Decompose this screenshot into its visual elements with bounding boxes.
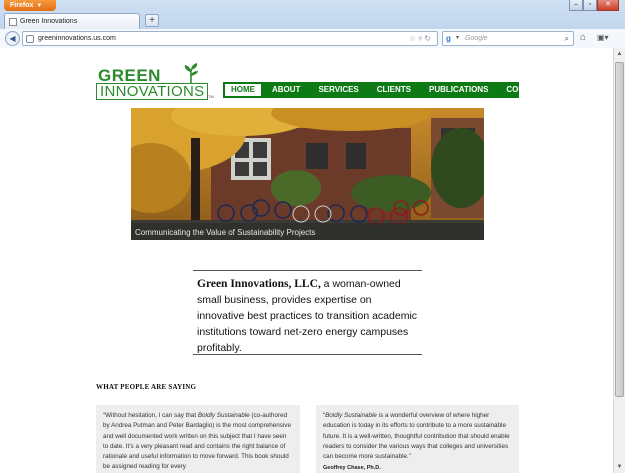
firefox-menu-button[interactable]: Firefox ▼ <box>4 0 56 11</box>
home-icon[interactable]: ⌂ <box>580 32 586 44</box>
navigation-toolbar: ◀ greeninnovations.us.com ☆▿↻ g ▾ Google… <box>0 29 625 48</box>
back-arrow-icon: ◀ <box>9 34 16 43</box>
bookmark-star-icon[interactable]: ☆ <box>409 34 418 43</box>
search-icon[interactable]: ⌕ <box>565 32 569 45</box>
nav-clients[interactable]: CLIENTS <box>368 82 420 98</box>
hero-image: Communicating the Value of Sustainabilit… <box>131 108 484 240</box>
nav-services[interactable]: SERVICES <box>309 82 367 98</box>
quote-text: (co-authored by Andrea Putman and Peter … <box>103 412 291 471</box>
testimonial-author: Geoffrey Chase, Ph.D. <box>323 465 381 472</box>
testimonial-card: “Boldly Sustainable is a wonderful overv… <box>316 405 519 473</box>
scroll-down-icon[interactable]: ▼ <box>615 462 624 472</box>
reload-icon[interactable]: ↻ <box>424 34 433 43</box>
search-engine-dropdown-icon[interactable]: ▾ <box>456 32 459 45</box>
quote-text: “Without hesitation, I can say that <box>103 412 198 419</box>
search-placeholder: Google <box>465 35 488 42</box>
site-logo[interactable]: GREEN INNOVATIONS TM <box>96 63 222 103</box>
close-window-button[interactable]: ✕ <box>597 0 619 11</box>
vertical-scrollbar[interactable]: ▲ ▼ <box>613 48 625 473</box>
chevron-down-icon: ▼ <box>36 3 43 9</box>
logo-trademark: TM <box>208 94 214 99</box>
hero-caption: Communicating the Value of Sustainabilit… <box>135 228 316 237</box>
intro-company-name: Green Innovations, LLC, <box>197 278 321 290</box>
site-identity-icon[interactable] <box>26 35 34 43</box>
testimonials-heading: WHAT PEOPLE ARE SAYING <box>96 383 197 391</box>
scrollbar-thumb[interactable] <box>615 62 624 397</box>
browser-chrome: Firefox ▼ – ▫ ✕ Green Innovations + ◀ gre… <box>0 0 625 48</box>
url-bar[interactable]: greeninnovations.us.com ☆▿↻ <box>22 31 438 46</box>
new-tab-button[interactable]: + <box>145 14 159 27</box>
nav-about[interactable]: ABOUT <box>263 82 309 98</box>
google-icon[interactable]: g <box>446 34 455 43</box>
logo-text-innovations: INNOVATIONS <box>96 83 209 100</box>
window-controls: – ▫ ✕ <box>569 0 619 11</box>
testimonial-quote: “Boldly Sustainable is a wonderful overv… <box>323 411 512 462</box>
nav-publications[interactable]: PUBLICATIONS <box>420 82 497 98</box>
maximize-button[interactable]: ▫ <box>583 0 597 11</box>
campus-photo <box>131 108 484 240</box>
url-text: greeninnovations.us.com <box>38 35 116 42</box>
search-bar[interactable]: g ▾ Google ⌕ <box>442 31 574 46</box>
intro-statement: Green Innovations, LLC, a woman-owned sm… <box>193 270 422 355</box>
tab-title: Green Innovations <box>20 18 78 25</box>
scroll-up-icon[interactable]: ▲ <box>615 49 624 59</box>
page-viewport: GREEN INNOVATIONS TM HOME ABOUT SERVICES… <box>0 48 613 473</box>
url-bar-icons: ☆▿↻ <box>409 32 433 45</box>
quote-text: is a wonderful overview of where higher … <box>323 412 510 461</box>
browser-tab[interactable]: Green Innovations <box>4 13 140 29</box>
testimonial-quote: “Without hesitation, I can say that Bold… <box>103 411 293 473</box>
nav-contact[interactable]: CONTACT <box>497 82 554 98</box>
firefox-menu-label: Firefox <box>10 2 34 9</box>
book-title: Boldly Sustainable <box>197 412 250 419</box>
main-navigation: HOME ABOUT SERVICES CLIENTS PUBLICATIONS… <box>223 82 545 98</box>
sprout-icon <box>184 63 198 83</box>
back-button[interactable]: ◀ <box>5 31 20 46</box>
bookmarks-menu-icon[interactable]: ▣▾ <box>597 32 609 44</box>
page-favicon-icon <box>9 18 17 26</box>
nav-home[interactable]: HOME <box>223 82 263 98</box>
minimize-button[interactable]: – <box>569 0 583 11</box>
book-title: Boldly Sustainable <box>325 412 377 419</box>
testimonial-card: “Without hesitation, I can say that Bold… <box>96 405 300 473</box>
